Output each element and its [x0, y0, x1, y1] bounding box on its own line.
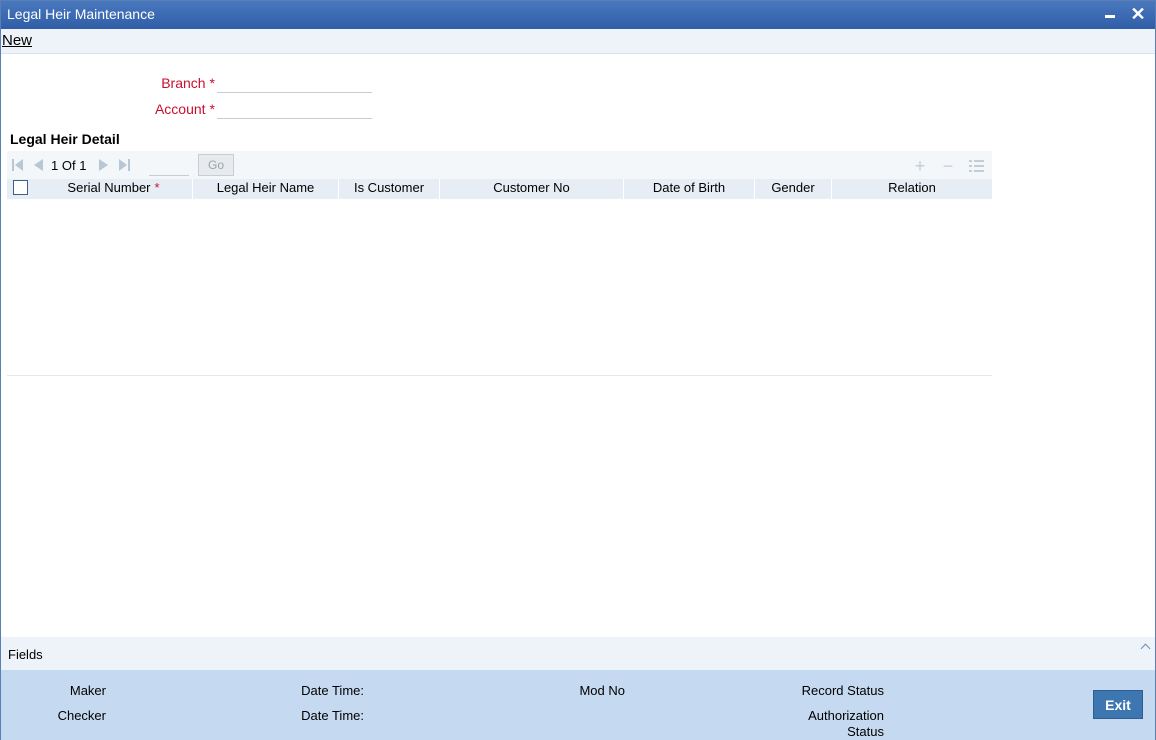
page-number-input[interactable]	[149, 156, 189, 176]
legal-heir-maintenance-window: Legal Heir Maintenance ✕ New Branch * Acc…	[0, 0, 1156, 740]
column-is-customer[interactable]: Is Customer	[339, 179, 440, 199]
required-marker: *	[209, 101, 215, 117]
of-label: Of	[61, 158, 76, 173]
next-page-icon[interactable]	[97, 158, 111, 172]
new-link[interactable]: New	[2, 32, 32, 49]
mod-no-label: Mod No	[579, 683, 625, 698]
last-page-icon[interactable]	[118, 158, 132, 172]
exit-button[interactable]: Exit	[1093, 690, 1143, 719]
grid-toolbar: 1 Of 1 Go + −	[7, 151, 992, 179]
column-serial-number[interactable]: Serial Number *	[35, 179, 193, 199]
first-page-icon[interactable]	[11, 158, 25, 172]
column-relation[interactable]: Relation	[832, 179, 992, 199]
column-date-of-birth[interactable]: Date of Birth	[624, 179, 755, 199]
minimize-icon[interactable]	[1103, 7, 1117, 21]
total-pages: 1	[79, 158, 87, 173]
account-label: Account *	[95, 101, 215, 117]
page-indicator: 1 Of 1	[51, 158, 86, 173]
required-marker: *	[154, 180, 160, 195]
account-input[interactable]	[217, 99, 372, 119]
checker-date-time-label: Date Time:	[301, 708, 364, 723]
window-title: Legal Heir Maintenance	[7, 6, 155, 22]
single-view-icon[interactable]	[969, 158, 985, 174]
chevron-up-icon[interactable]	[1140, 642, 1152, 652]
branch-input[interactable]	[217, 73, 372, 93]
fields-label[interactable]: Fields	[8, 647, 43, 662]
column-gender[interactable]: Gender	[755, 179, 832, 199]
column-label: Serial Number	[67, 180, 151, 195]
remove-row-icon[interactable]: −	[940, 157, 956, 175]
branch-label: Branch *	[95, 75, 215, 91]
grid-header-row: Serial Number * Legal Heir Name Is Custom…	[7, 179, 992, 199]
legal-heir-detail-title: Legal Heir Detail	[10, 131, 120, 147]
required-marker: *	[209, 75, 215, 91]
previous-page-icon[interactable]	[32, 158, 46, 172]
maker-label: Maker	[69, 683, 106, 698]
audit-panel: Maker Date Time: Mod No Record Status Ch…	[1, 670, 1155, 740]
close-icon[interactable]: ✕	[1129, 4, 1147, 24]
maker-date-time-label: Date Time:	[301, 683, 364, 698]
add-row-icon[interactable]: +	[912, 157, 928, 175]
authorization-status-label-line2: Status	[847, 724, 884, 739]
current-page: 1	[51, 158, 59, 173]
select-all-checkbox[interactable]	[13, 180, 28, 195]
column-customer-no[interactable]: Customer No	[440, 179, 624, 199]
authorization-status-label-line1: Authorization	[808, 708, 884, 723]
column-legal-heir-name[interactable]: Legal Heir Name	[193, 179, 339, 199]
legal-heir-detail-grid: 1 Of 1 Go + − Serial Number * Legal Heir …	[7, 151, 992, 376]
fields-bar: Fields	[1, 637, 1155, 670]
account-label-text: Account	[154, 101, 206, 117]
checker-label: Checker	[57, 708, 106, 723]
record-status-label: Record Status	[801, 683, 884, 698]
menu-bar: New	[1, 29, 1155, 54]
branch-label-text: Branch	[161, 75, 206, 91]
go-button[interactable]: Go	[198, 154, 234, 176]
title-bar: Legal Heir Maintenance ✕	[1, 1, 1155, 29]
